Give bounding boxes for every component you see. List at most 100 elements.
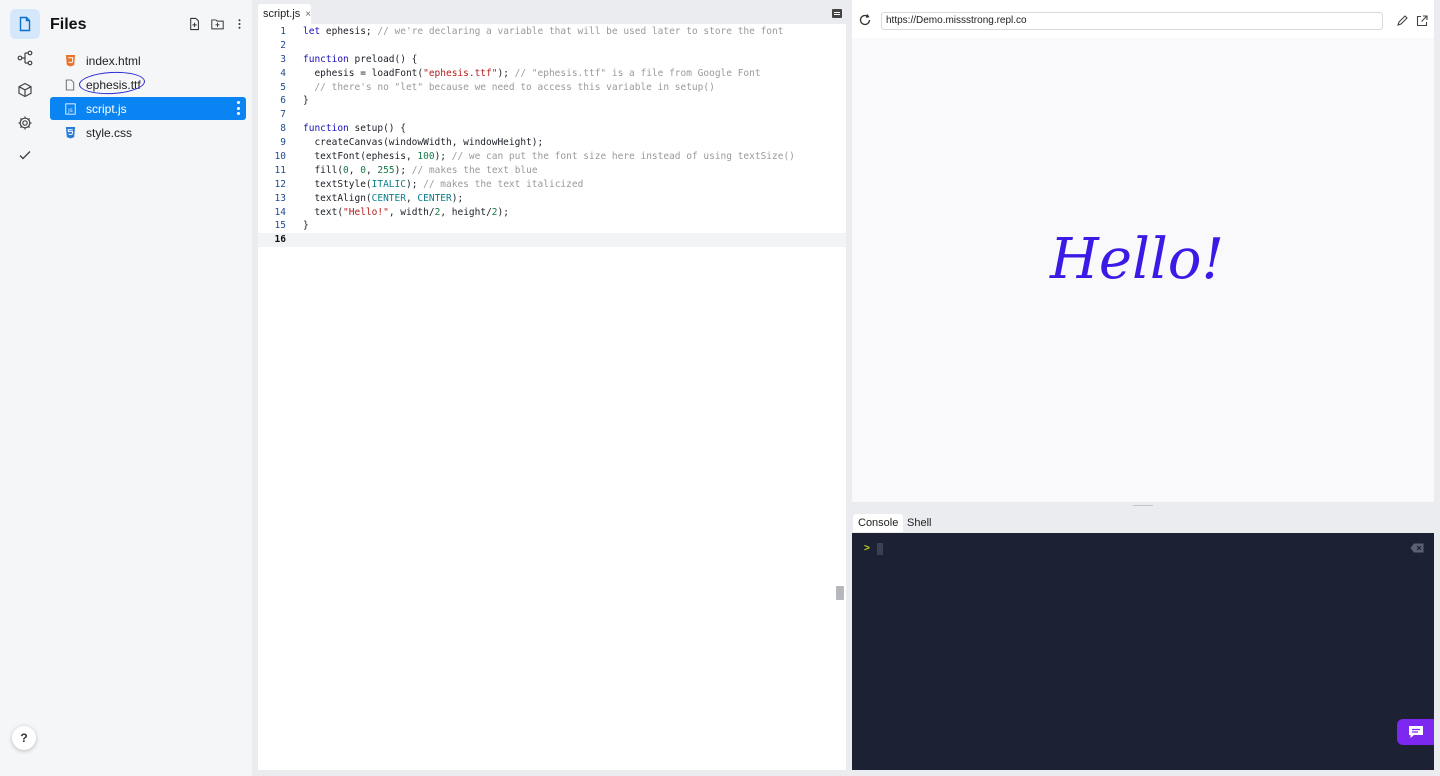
- line-number: 5: [280, 81, 286, 93]
- line-number: 7: [280, 109, 286, 121]
- line-source: function setup() {: [303, 123, 406, 135]
- chat-icon: [1408, 726, 1423, 738]
- line-source: fill(0, 0, 255); // makes the text blue: [303, 164, 538, 176]
- console-cursor: [877, 543, 883, 555]
- code-line[interactable]: 1 let ephesis; // we're declaring a varia…: [258, 25, 846, 39]
- file-item-script-js[interactable]: JS script.js: [50, 97, 246, 120]
- js-file-icon: JS: [64, 102, 76, 116]
- line-number: 15: [274, 220, 286, 232]
- url-bar: https://Demo.missstrong.repl.co: [852, 0, 1434, 38]
- line-number: 12: [274, 178, 286, 190]
- line-number: 6: [280, 95, 286, 107]
- tab-shell[interactable]: Shell: [902, 514, 936, 532]
- file-name: style.css: [86, 125, 133, 140]
- css-file-icon: [64, 126, 76, 140]
- line-source: text("Hello!", width/2, height/2);: [303, 206, 509, 218]
- line-source: textStyle(ITALIC); // makes the text ita…: [303, 178, 584, 190]
- editor-tab-bar: script.js ×: [258, 0, 846, 24]
- console-output[interactable]: >: [852, 533, 1434, 770]
- line-number: 9: [280, 137, 286, 149]
- more-options-icon[interactable]: [232, 16, 246, 32]
- console-prompt: >: [864, 543, 870, 554]
- code-line[interactable]: 7: [258, 108, 846, 122]
- generic-file-icon: [64, 78, 76, 92]
- console-tab-bar: Console Shell: [852, 510, 1434, 532]
- code-line[interactable]: 14 text("Hello!", width/2, height/2);: [258, 206, 846, 220]
- line-source: }: [303, 95, 309, 107]
- line-number: 16: [274, 234, 286, 246]
- line-number: 14: [274, 206, 286, 218]
- line-source: // there's no "let" because we need to a…: [303, 81, 715, 93]
- file-name: script.js: [86, 101, 127, 116]
- code-line[interactable]: 16: [258, 233, 846, 248]
- output-text: Hello!: [1049, 227, 1224, 292]
- settings-icon[interactable]: [10, 108, 40, 138]
- close-tab-icon[interactable]: ×: [305, 9, 311, 20]
- code-line[interactable]: 15}: [258, 219, 846, 233]
- code-line[interactable]: 13 textAlign(CENTER, CENTER);: [258, 192, 846, 206]
- line-number: 3: [280, 53, 286, 65]
- code-line[interactable]: 10 textFont(ephesis, 100); // we can put…: [258, 150, 846, 164]
- line-number: 8: [280, 123, 286, 135]
- line-number: 1: [280, 26, 286, 37]
- add-folder-icon[interactable]: [210, 16, 224, 32]
- line-number: 2: [280, 39, 286, 51]
- code-line[interactable]: 6}: [258, 94, 846, 108]
- help-button[interactable]: ?: [12, 726, 36, 750]
- checkmark-icon[interactable]: [10, 140, 40, 170]
- tab-console[interactable]: Console: [853, 514, 904, 532]
- code-line[interactable]: 2: [258, 39, 846, 53]
- clear-console-icon[interactable]: [1410, 543, 1424, 553]
- url-input[interactable]: https://Demo.missstrong.repl.co: [881, 12, 1383, 30]
- files-icon[interactable]: [10, 9, 40, 39]
- line-source: let ephesis; // we're declaring a variab…: [303, 26, 784, 37]
- tab-label: Console: [858, 517, 899, 529]
- code-area[interactable]: 1 let ephesis; // we're declaring a varia…: [258, 25, 846, 248]
- code-line[interactable]: 8 function setup() {: [258, 122, 846, 136]
- code-line[interactable]: 3 function preload() {: [258, 53, 846, 67]
- code-line[interactable]: 5 // there's no "let" because we need to…: [258, 81, 846, 95]
- line-number: 10: [274, 151, 286, 163]
- chat-button[interactable]: [1397, 719, 1434, 745]
- file-name: ephesis.ttf: [86, 77, 141, 92]
- line-source: }: [303, 220, 309, 232]
- code-editor[interactable]: script.js × 1 let ephesis; // we're decla…: [258, 0, 846, 770]
- editor-menu-icon[interactable]: [832, 9, 842, 18]
- editor-scrollbar[interactable]: [836, 586, 844, 600]
- webview-panel: https://Demo.missstrong.repl.co Hello!: [852, 0, 1434, 502]
- file-options-icon[interactable]: [236, 101, 240, 115]
- reload-icon[interactable]: [858, 13, 872, 27]
- code-line[interactable]: 9 createCanvas(windowWidth, windowHeight…: [258, 136, 846, 150]
- file-item-ephesis-ttf[interactable]: ephesis.ttf: [50, 73, 246, 96]
- line-source: ephesis = loadFont("ephesis.ttf"); // "e…: [303, 67, 761, 79]
- line-number: 4: [280, 67, 286, 79]
- line-source: function preload() {: [303, 53, 418, 65]
- html-file-icon: [64, 54, 76, 68]
- tab-label: Shell: [907, 517, 932, 529]
- files-header: Files: [50, 14, 250, 36]
- file-item-style-css[interactable]: style.css: [50, 121, 246, 144]
- file-item-index-html[interactable]: index.html: [50, 49, 246, 72]
- line-source: textFont(ephesis, 100); // we can put th…: [303, 151, 795, 163]
- code-line[interactable]: 4 ephesis = loadFont("ephesis.ttf"); // …: [258, 67, 846, 81]
- activity-rail: ?: [0, 0, 48, 776]
- hello-output-text: Hello!: [1049, 227, 1224, 292]
- add-file-icon[interactable]: [188, 16, 202, 32]
- pane-resize-handle[interactable]: [1133, 505, 1153, 506]
- files-title: Files: [50, 16, 87, 33]
- files-panel: Files index.html ephesis.ttf JS script.j…: [48, 0, 252, 776]
- svg-text:JS: JS: [67, 108, 72, 114]
- edit-url-icon[interactable]: [1395, 14, 1409, 28]
- code-line[interactable]: 11 fill(0, 0, 255); // makes the text bl…: [258, 164, 846, 178]
- file-name: index.html: [86, 53, 141, 68]
- version-control-icon[interactable]: [10, 43, 40, 73]
- line-number: 13: [274, 192, 286, 204]
- tab-script-js[interactable]: script.js ×: [258, 4, 311, 24]
- line-source: textAlign(CENTER, CENTER);: [303, 192, 464, 204]
- line-number: 11: [274, 164, 286, 176]
- open-in-new-tab-icon[interactable]: [1415, 14, 1429, 28]
- packages-icon[interactable]: [10, 75, 40, 105]
- line-source: createCanvas(windowWidth, windowHeight);: [303, 137, 544, 149]
- code-line[interactable]: 12 textStyle(ITALIC); // makes the text …: [258, 178, 846, 192]
- tab-label: script.js: [263, 8, 301, 20]
